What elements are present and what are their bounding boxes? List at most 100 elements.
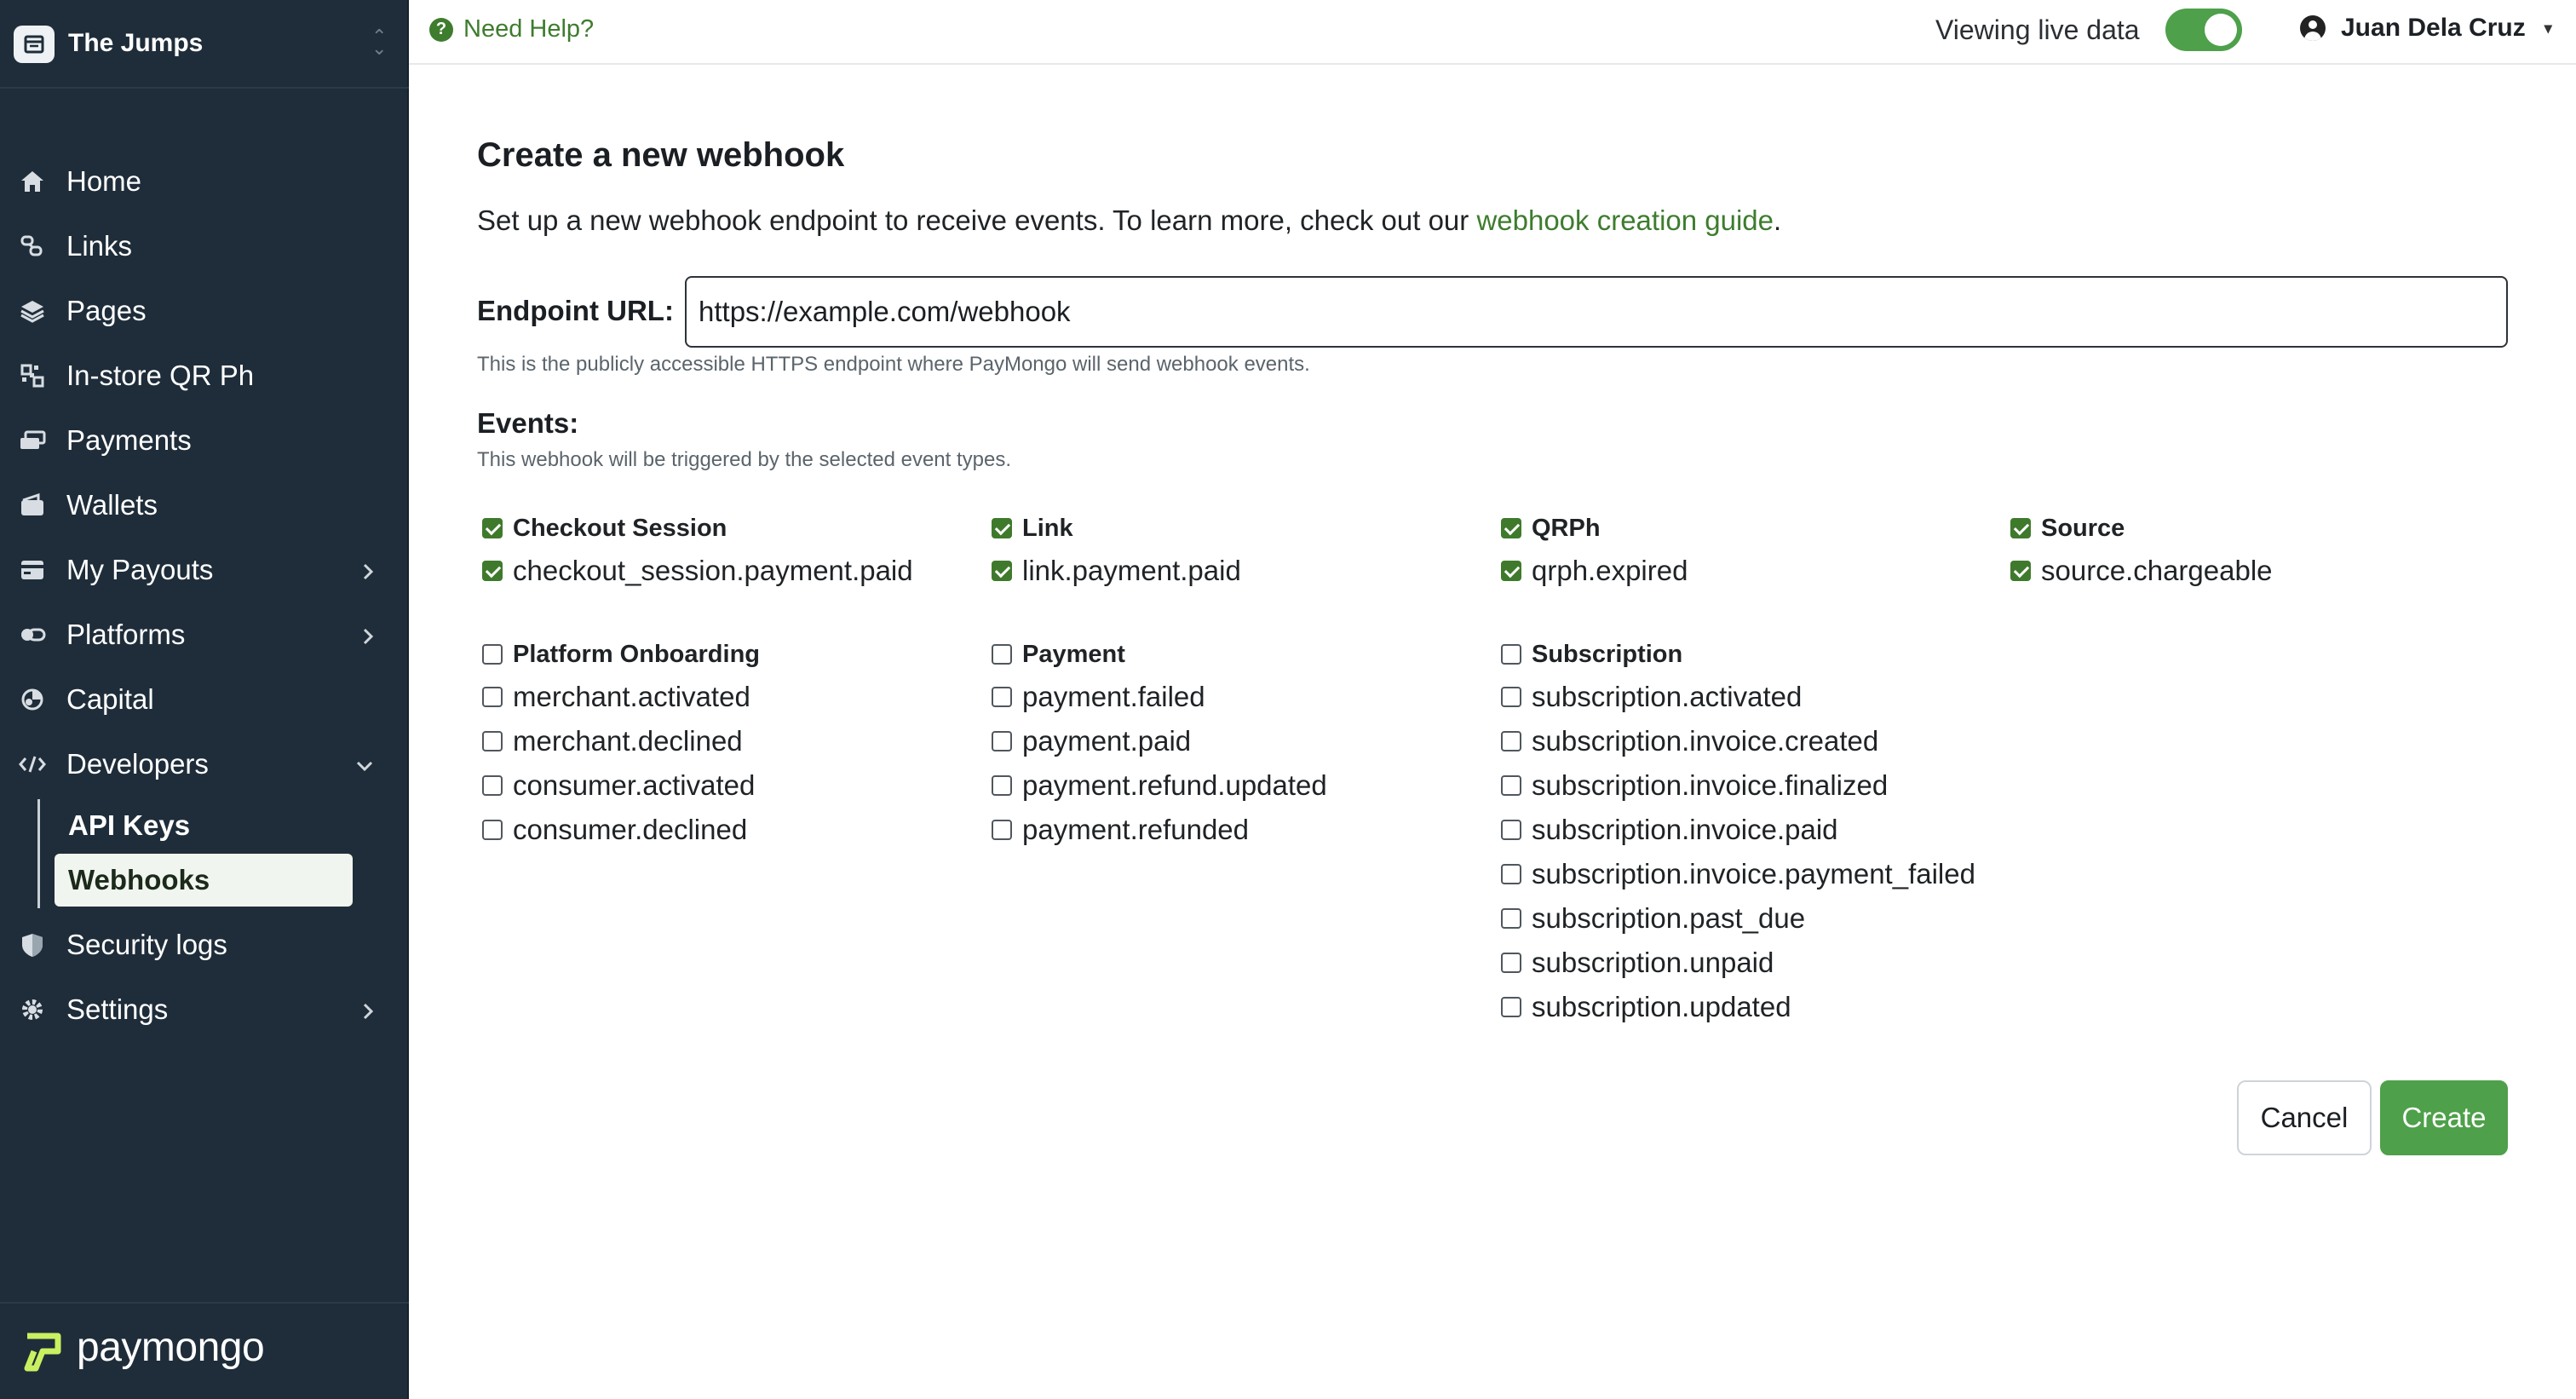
sidebar-item-my-payouts[interactable]: My Payouts bbox=[17, 544, 383, 596]
endpoint-url-input[interactable] bbox=[685, 276, 2508, 348]
checkbox[interactable] bbox=[482, 687, 503, 707]
event-checkbox-row[interactable]: subscription.updated bbox=[1501, 985, 1975, 1029]
sidebar-item-label: Links bbox=[66, 230, 133, 262]
org-name: The Jumps bbox=[68, 29, 204, 57]
user-menu[interactable]: Juan Dela Cruz ▾ bbox=[2300, 14, 2552, 43]
group-checkbox-row[interactable]: Subscription bbox=[1501, 634, 1975, 675]
top-bar: ? Need Help? Viewing live data Juan Dela… bbox=[409, 0, 2576, 65]
sidebar-item-payments[interactable]: Payments bbox=[17, 415, 383, 466]
sidebar-item-capital[interactable]: Capital bbox=[17, 674, 383, 725]
checkbox[interactable] bbox=[482, 820, 503, 840]
group-checkbox-row[interactable]: Source bbox=[2010, 508, 2273, 549]
sidebar-item-label: Pages bbox=[66, 295, 147, 326]
capital-icon bbox=[17, 684, 48, 715]
checkbox[interactable] bbox=[1501, 775, 1521, 796]
checkbox[interactable] bbox=[482, 561, 503, 581]
checkbox[interactable] bbox=[1501, 908, 1521, 929]
platforms-icon bbox=[17, 619, 48, 650]
event-label: consumer.declined bbox=[513, 814, 748, 845]
checkbox[interactable] bbox=[1501, 518, 1521, 538]
event-checkbox-row[interactable]: payment.refunded bbox=[992, 808, 1327, 852]
checkbox[interactable] bbox=[1501, 953, 1521, 973]
group-checkbox-row[interactable]: Payment bbox=[992, 634, 1327, 675]
cancel-button[interactable]: Cancel bbox=[2237, 1080, 2372, 1155]
event-group-checkout-session: Checkout Session checkout_session.paymen… bbox=[482, 508, 913, 593]
event-checkbox-row[interactable]: subscription.activated bbox=[1501, 675, 1975, 719]
event-checkbox-row[interactable]: subscription.invoice.paid bbox=[1501, 808, 1975, 852]
sidebar-item-label: Developers bbox=[66, 748, 209, 780]
event-label: qrph.expired bbox=[1532, 555, 1688, 586]
checkbox[interactable] bbox=[482, 731, 503, 751]
create-button[interactable]: Create bbox=[2380, 1080, 2508, 1155]
event-checkbox-row[interactable]: checkout_session.payment.paid bbox=[482, 549, 913, 593]
checkbox[interactable] bbox=[1501, 644, 1521, 665]
event-checkbox-row[interactable]: payment.paid bbox=[992, 719, 1327, 763]
event-label: subscription.updated bbox=[1532, 991, 1791, 1022]
sidebar-item-home[interactable]: Home bbox=[17, 156, 383, 207]
checkbox[interactable] bbox=[2010, 561, 2031, 581]
checkbox[interactable] bbox=[1501, 687, 1521, 707]
checkbox[interactable] bbox=[992, 775, 1012, 796]
sidebar-item-wallets[interactable]: Wallets bbox=[17, 480, 383, 531]
checkbox[interactable] bbox=[992, 644, 1012, 665]
checkbox[interactable] bbox=[992, 687, 1012, 707]
event-checkbox-row[interactable]: payment.refund.updated bbox=[992, 763, 1327, 808]
sidebar-subitem-api-keys[interactable]: API Keys bbox=[55, 799, 353, 852]
bank-icon bbox=[17, 555, 48, 585]
sidebar-item-settings[interactable]: Settings bbox=[17, 984, 383, 1035]
sidebar-item-security-logs[interactable]: Security logs bbox=[17, 919, 383, 970]
event-label: subscription.activated bbox=[1532, 681, 1803, 712]
sidebar-subitem-webhooks[interactable]: Webhooks bbox=[55, 854, 353, 907]
event-checkbox-row[interactable]: subscription.past_due bbox=[1501, 896, 1975, 941]
checkbox[interactable] bbox=[1501, 997, 1521, 1017]
event-checkbox-row[interactable]: link.payment.paid bbox=[992, 549, 1241, 593]
event-checkbox-row[interactable]: merchant.declined bbox=[482, 719, 760, 763]
event-checkbox-row[interactable]: consumer.declined bbox=[482, 808, 760, 852]
org-switcher[interactable]: The Jumps ⌃ ⌄ bbox=[0, 0, 409, 89]
event-checkbox-row[interactable]: subscription.invoice.payment_failed bbox=[1501, 852, 1975, 896]
event-label: subscription.invoice.finalized bbox=[1532, 769, 1889, 801]
sidebar: The Jumps ⌃ ⌄ Home Links Pages In-store Q… bbox=[0, 0, 409, 1399]
checkbox[interactable] bbox=[2010, 518, 2031, 538]
checkbox[interactable] bbox=[482, 644, 503, 665]
event-group-payment: Payment payment.failed payment.paid paym… bbox=[992, 634, 1327, 852]
sidebar-item-instore-qr[interactable]: In-store QR Ph bbox=[17, 350, 383, 401]
checkbox[interactable] bbox=[1501, 820, 1521, 840]
group-checkbox-row[interactable]: QRPh bbox=[1501, 508, 1688, 549]
checkbox[interactable] bbox=[482, 518, 503, 538]
event-checkbox-row[interactable]: qrph.expired bbox=[1501, 549, 1688, 593]
event-checkbox-row[interactable]: source.chargeable bbox=[2010, 549, 2273, 593]
intro-prefix: Set up a new webhook endpoint to receive… bbox=[477, 204, 1477, 236]
intro-suffix: . bbox=[1774, 204, 1782, 236]
event-checkbox-row[interactable]: consumer.activated bbox=[482, 763, 760, 808]
event-checkbox-row[interactable]: subscription.invoice.finalized bbox=[1501, 763, 1975, 808]
toggle-knob bbox=[2205, 14, 2237, 46]
sidebar-item-developers[interactable]: Developers bbox=[17, 739, 383, 790]
group-checkbox-row[interactable]: Link bbox=[992, 508, 1241, 549]
chevron-right-icon bbox=[361, 621, 375, 653]
event-group-source: Source source.chargeable bbox=[2010, 508, 2273, 593]
sidebar-item-pages[interactable]: Pages bbox=[17, 285, 383, 337]
checkbox[interactable] bbox=[992, 561, 1012, 581]
checkbox[interactable] bbox=[992, 820, 1012, 840]
checkbox[interactable] bbox=[1501, 864, 1521, 884]
wallet-icon bbox=[17, 490, 48, 521]
checkbox[interactable] bbox=[1501, 561, 1521, 581]
event-checkbox-row[interactable]: merchant.activated bbox=[482, 675, 760, 719]
sidebar-item-links[interactable]: Links bbox=[17, 221, 383, 272]
checkbox[interactable] bbox=[1501, 731, 1521, 751]
sidebar-item-platforms[interactable]: Platforms bbox=[17, 609, 383, 660]
live-data-toggle[interactable] bbox=[2165, 9, 2242, 51]
group-checkbox-row[interactable]: Checkout Session bbox=[482, 508, 913, 549]
checkbox[interactable] bbox=[992, 518, 1012, 538]
webhook-guide-link[interactable]: webhook creation guide bbox=[1476, 204, 1774, 236]
event-checkbox-row[interactable]: payment.failed bbox=[992, 675, 1327, 719]
checkbox[interactable] bbox=[482, 775, 503, 796]
help-icon: ? bbox=[429, 17, 453, 42]
need-help-link[interactable]: ? Need Help? bbox=[429, 15, 594, 43]
home-icon bbox=[17, 166, 48, 197]
checkbox[interactable] bbox=[992, 731, 1012, 751]
event-checkbox-row[interactable]: subscription.unpaid bbox=[1501, 941, 1975, 985]
group-checkbox-row[interactable]: Platform Onboarding bbox=[482, 634, 760, 675]
event-checkbox-row[interactable]: subscription.invoice.created bbox=[1501, 719, 1975, 763]
